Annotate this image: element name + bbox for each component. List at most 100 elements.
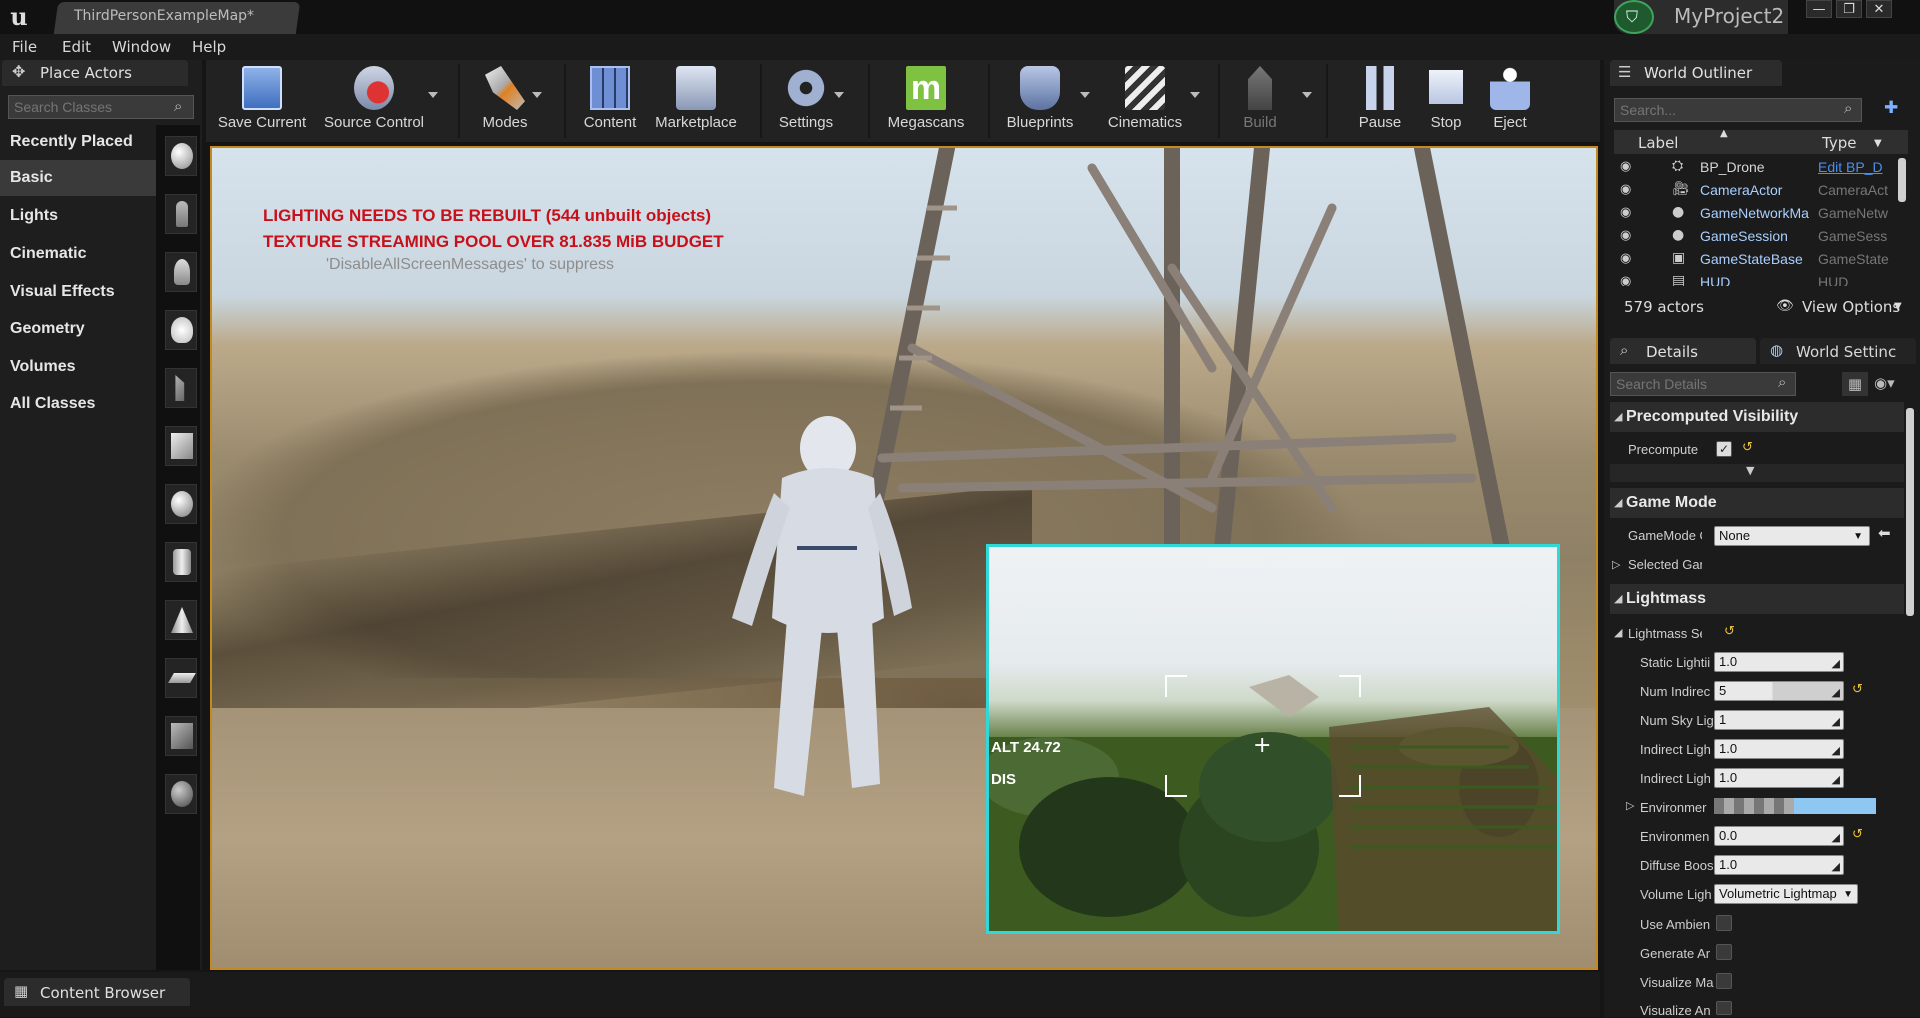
outliner-row[interactable]: ◉ 🎥︎ CameraActor CameraAct — [1614, 179, 1908, 202]
sphere-icon[interactable] — [165, 484, 197, 524]
search-classes-input[interactable] — [14, 98, 164, 116]
num-indirect-bounces-field[interactable]: 5 ◢ — [1714, 681, 1844, 701]
view-options-button[interactable]: View Options — [1802, 298, 1900, 316]
outliner-row[interactable]: ◉ ⛭ BP_Drone Edit BP_D — [1614, 156, 1908, 179]
category-cinematic[interactable]: Cinematic — [0, 236, 156, 272]
type-dropdown-icon[interactable]: ▼ — [1874, 138, 1882, 149]
reset-to-default-icon[interactable]: ↺ — [1852, 682, 1863, 697]
category-geometry[interactable]: Geometry — [0, 311, 156, 347]
details-search-input[interactable] — [1616, 375, 1774, 393]
modes-button[interactable]: Modes — [474, 62, 542, 140]
maximize-button[interactable]: ❐ — [1836, 0, 1862, 18]
volume-lighting-method-select[interactable]: Volumetric Lightmap ▼ — [1714, 884, 1858, 904]
settings-button[interactable]: Settings — [772, 62, 844, 140]
reset-to-default-icon[interactable]: ↺ — [1742, 440, 1753, 455]
expand-arrow-icon[interactable]: ▷ — [1626, 799, 1634, 812]
use-ambient-occlusion-checkbox[interactable] — [1716, 915, 1732, 931]
add-folder-icon[interactable]: ✚ — [1884, 98, 1898, 118]
category-recently-placed[interactable]: Recently Placed — [0, 124, 156, 160]
menu-window[interactable]: Window — [112, 38, 171, 56]
visualize-material-diffuse-checkbox[interactable] — [1716, 973, 1732, 989]
expand-arrow-icon[interactable]: ▷ — [1612, 558, 1620, 571]
minimize-button[interactable]: — — [1806, 0, 1832, 18]
precompute-visibility-checkbox[interactable]: ✓ — [1716, 441, 1732, 457]
category-lights[interactable]: Lights — [0, 198, 156, 234]
visibility-eye-icon[interactable]: ◉ — [1620, 205, 1631, 220]
blueprints-dropdown-icon[interactable] — [1080, 92, 1090, 98]
num-sky-lighting-bounces-field[interactable]: 1 ◢ — [1714, 710, 1844, 730]
close-button[interactable]: ✕ — [1866, 0, 1892, 18]
gamemode-override-select[interactable]: None ▼ — [1714, 526, 1870, 546]
outliner-scrollbar[interactable] — [1898, 158, 1906, 202]
advanced-expander[interactable] — [1610, 464, 1904, 482]
diffuse-boost-field[interactable]: 1.0 ◢ — [1714, 855, 1844, 875]
menu-help[interactable]: Help — [192, 38, 226, 56]
content-button[interactable]: Content — [576, 62, 644, 140]
build-dropdown-icon[interactable] — [1302, 92, 1312, 98]
blueprints-button[interactable]: Blueprints — [998, 62, 1090, 140]
source-control-button[interactable]: Source Control — [318, 62, 438, 140]
cinematics-button[interactable]: Cinematics — [1100, 62, 1200, 140]
outliner-search-input[interactable] — [1620, 101, 1830, 119]
pawn-icon[interactable] — [165, 252, 197, 292]
column-label[interactable]: Label — [1638, 134, 1678, 152]
plane-icon[interactable] — [165, 658, 197, 698]
category-all-classes[interactable]: All Classes — [0, 386, 156, 422]
visibility-filter-icon[interactable]: ◉▾ — [1874, 374, 1895, 392]
visualize-ambient-occlusion-checkbox[interactable] — [1716, 1001, 1732, 1015]
menu-file[interactable]: File — [12, 38, 37, 56]
pause-button[interactable]: Pause — [1348, 62, 1412, 140]
generate-ambient-occlusion-checkbox[interactable] — [1716, 944, 1732, 960]
level-viewport[interactable]: LIGHTING NEEDS TO BE REBUILT (544 unbuil… — [210, 146, 1598, 970]
environment-color-swatch[interactable] — [1794, 798, 1876, 814]
indirect-lighting-smoothness-field[interactable]: 1.0 ◢ — [1714, 768, 1844, 788]
environment-intensity-field[interactable]: 0.0 ◢ — [1714, 826, 1844, 846]
cone-icon[interactable] — [165, 600, 197, 640]
modes-dropdown-icon[interactable] — [532, 92, 542, 98]
details-scrollbar[interactable] — [1906, 408, 1914, 616]
visibility-eye-icon[interactable]: ◉ — [1620, 274, 1631, 286]
static-lighting-level-scale-field[interactable]: 1.0 ◢ — [1714, 652, 1844, 672]
stop-button[interactable]: Stop — [1414, 62, 1478, 140]
box-trigger-icon[interactable] — [165, 716, 197, 756]
empty-character-icon[interactable] — [165, 194, 197, 234]
reset-to-default-icon[interactable]: ↺ — [1724, 624, 1735, 639]
visibility-eye-icon[interactable]: ◉ — [1620, 228, 1631, 243]
column-type[interactable]: Type — [1822, 134, 1856, 152]
outliner-row[interactable]: ◉ ● GameSession GameSess — [1614, 225, 1908, 248]
menu-edit[interactable]: Edit — [62, 38, 91, 56]
category-basic[interactable]: Basic — [0, 160, 156, 196]
cylinder-icon[interactable] — [165, 542, 197, 582]
visibility-eye-icon[interactable]: ◉ — [1620, 159, 1631, 174]
property-matrix-icon[interactable]: ▦ — [1842, 372, 1868, 396]
cinematics-dropdown-icon[interactable] — [1190, 92, 1200, 98]
outliner-row[interactable]: ◉ ▣ GameStateBase GameState — [1614, 248, 1908, 271]
cube-icon[interactable] — [165, 426, 197, 466]
visibility-eye-icon[interactable]: ◉ — [1620, 182, 1631, 197]
eject-button[interactable]: Eject — [1480, 62, 1540, 140]
indirect-lighting-quality-field[interactable]: 1.0 ◢ — [1714, 739, 1844, 759]
outliner-row[interactable]: ◉ ● GameNetworkMa GameNetw — [1614, 202, 1908, 225]
environment-color-alpha-swatch[interactable] — [1714, 798, 1794, 814]
save-current-button[interactable]: Save Current — [214, 62, 310, 140]
section-lightmass[interactable]: ◢ Lightmass — [1610, 584, 1904, 614]
section-game-mode[interactable]: ◢ Game Mode — [1610, 488, 1904, 518]
megascans-button[interactable]: m Megascans — [882, 62, 970, 140]
source-control-dropdown-icon[interactable] — [428, 92, 438, 98]
visibility-eye-icon[interactable]: ◉ — [1620, 251, 1631, 266]
outliner-row[interactable]: ◉ ▤ HUD HUD — [1614, 271, 1908, 286]
collapse-arrow-icon[interactable]: ◢ — [1614, 626, 1622, 639]
category-visual-effects[interactable]: Visual Effects — [0, 274, 156, 310]
use-selected-arrow-icon[interactable]: ⬅ — [1878, 524, 1891, 542]
empty-actor-icon[interactable] — [165, 136, 197, 176]
category-volumes[interactable]: Volumes — [0, 349, 156, 385]
section-precomputed-visibility[interactable]: ◢ Precomputed Visibility — [1610, 402, 1904, 432]
build-button[interactable]: Build — [1232, 62, 1312, 140]
sphere-trigger-icon[interactable] — [165, 774, 197, 814]
player-start-icon[interactable] — [165, 368, 197, 408]
reset-to-default-icon[interactable]: ↺ — [1852, 827, 1863, 842]
marketplace-button[interactable]: Marketplace — [650, 62, 742, 140]
point-light-icon[interactable] — [165, 310, 197, 350]
settings-dropdown-icon[interactable] — [834, 92, 844, 98]
actor-type-link[interactable]: Edit BP_D — [1818, 159, 1904, 175]
